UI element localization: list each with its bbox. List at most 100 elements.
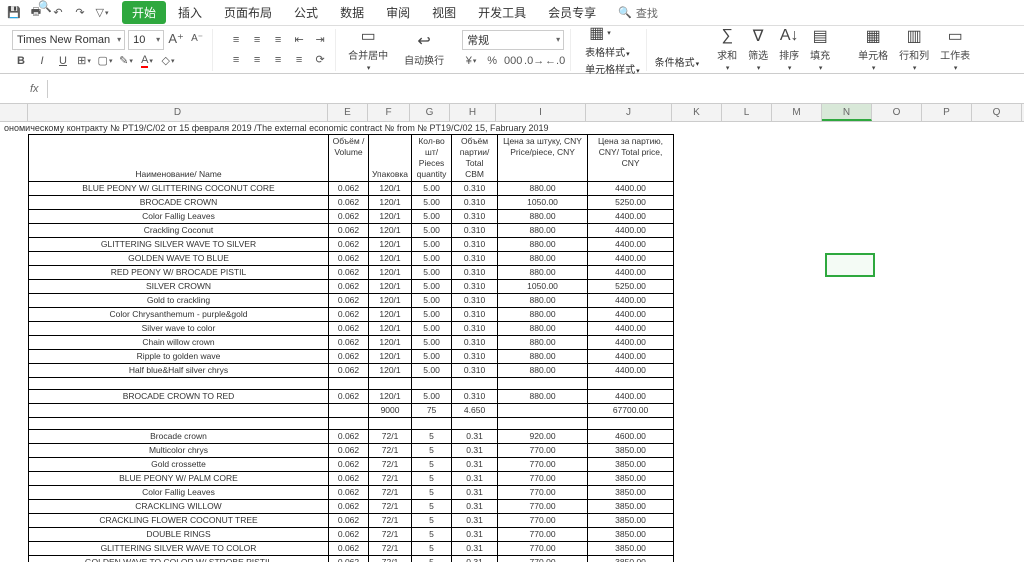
hdr-cbm[interactable]: Объём партии/ Total CBM (452, 135, 498, 182)
table-row[interactable]: Half blue&Half silver chrys0.062120/15.0… (29, 364, 674, 378)
redo-icon[interactable]: ↷ (70, 3, 90, 23)
col-J[interactable]: J (586, 104, 672, 121)
tab-data[interactable]: 数据 (330, 1, 374, 24)
clear-format-icon[interactable]: ◇ (159, 52, 177, 70)
align-left-icon[interactable]: ≡ (227, 51, 245, 69)
cells-button[interactable]: ▦单元格 (854, 27, 892, 72)
cond-format-button[interactable]: ▦ (585, 24, 640, 42)
table-row[interactable]: Crackling Coconut0.062120/15.000.310880.… (29, 224, 674, 238)
col-M[interactable]: M (772, 104, 822, 121)
table-row[interactable]: Gold to crackling0.062120/15.000.310880.… (29, 294, 674, 308)
hdr-vol[interactable]: Объём / Volume (329, 135, 369, 182)
align-middle-icon[interactable]: ≡ (248, 31, 266, 49)
table-row[interactable]: BROCADE CROWN0.062120/15.000.3101050.005… (29, 196, 674, 210)
hdr-pack[interactable]: Упаковка (369, 135, 412, 182)
tab-start[interactable]: 开始 (122, 1, 166, 24)
table-row[interactable]: Ripple to golden wave0.062120/15.000.310… (29, 350, 674, 364)
rowcol-button[interactable]: ▥行和列 (895, 27, 933, 72)
sort-button[interactable]: A↓排序 (775, 27, 803, 72)
col-O[interactable]: O (872, 104, 922, 121)
border-icon[interactable]: ⊞ (75, 52, 93, 70)
tab-member[interactable]: 会员专享 (538, 1, 606, 24)
table-row[interactable]: BLUE PEONY W/ GLITTERING COCONUT CORE0.0… (29, 182, 674, 196)
col-E[interactable]: E (328, 104, 368, 121)
customize-icon[interactable]: ▽ (92, 3, 112, 23)
indent-dec-icon[interactable]: ⇤ (290, 31, 308, 49)
font-color-icon[interactable]: A (138, 52, 156, 70)
orientation-icon[interactable]: ⟳ (311, 51, 329, 69)
table-row[interactable]: CRACKLING FLOWER COCONUT TREE0.06272/150… (29, 514, 674, 528)
table-style-button[interactable]: 表格样式 (585, 44, 640, 59)
bold-icon[interactable]: B (12, 52, 30, 70)
table-row[interactable]: Color Chrysanthemum - purple&gold0.06212… (29, 308, 674, 322)
hdr-price[interactable]: Цена за штуку, CNY Price/piece, CNY (498, 135, 588, 182)
tab-layout[interactable]: 页面布局 (214, 1, 282, 24)
italic-icon[interactable]: I (33, 52, 51, 70)
align-top-icon[interactable]: ≡ (227, 31, 245, 49)
worksheet-button[interactable]: ▭工作表 (936, 27, 974, 72)
number-format-select[interactable]: 常规 (462, 30, 564, 50)
font-shrink-icon[interactable]: A⁻ (188, 30, 206, 48)
col-K[interactable]: K (672, 104, 722, 121)
table-row[interactable]: Color Fallig Leaves0.06272/150.31770.003… (29, 486, 674, 500)
table-row[interactable]: DOUBLE RINGS0.06272/150.31770.003850.00 (29, 528, 674, 542)
hdr-total[interactable]: Цена за партию, CNY/ Total price, CNY (588, 135, 674, 182)
wrap-button[interactable]: ↩自动换行 (400, 32, 448, 67)
formula-input[interactable] (47, 80, 994, 98)
table-row[interactable]: CRACKLING WILLOW0.06272/150.31770.003850… (29, 500, 674, 514)
cell-style-button[interactable]: 单元格样式 (585, 61, 640, 76)
tab-view[interactable]: 视图 (422, 1, 466, 24)
cond-format-label[interactable]: 条件格式 (655, 54, 700, 69)
sum-button[interactable]: ∑求和 (713, 27, 741, 72)
table-row[interactable]: Brocade crown0.06272/150.31920.004600.00 (29, 430, 674, 444)
hdr-name[interactable]: Наименование/ Name (29, 135, 329, 182)
table-row[interactable]: GOLDEN WAVE TO BLUE0.062120/15.000.31088… (29, 252, 674, 266)
percent-icon[interactable]: % (483, 52, 501, 70)
tab-insert[interactable]: 插入 (168, 1, 212, 24)
col-D[interactable]: D (28, 104, 328, 121)
dec-dec-icon[interactable]: ←.0 (546, 52, 564, 70)
highlight-icon[interactable]: ✎ (117, 52, 135, 70)
table-row[interactable]: RED PEONY W/ BROCADE PISTIL0.062120/15.0… (29, 266, 674, 280)
table-row[interactable]: GOLDEN WAVE TO COLOR W/ STROBE PISTIL0.0… (29, 556, 674, 562)
col-F[interactable]: F (368, 104, 410, 121)
zoom-icon[interactable]: 🔍 (38, 0, 52, 13)
table-row[interactable]: GLITTERING SILVER WAVE TO SILVER0.062120… (29, 238, 674, 252)
table-row[interactable]: Silver wave to color0.062120/15.000.3108… (29, 322, 674, 336)
font-grow-icon[interactable]: A⁺ (167, 30, 185, 48)
col-Q[interactable]: Q (972, 104, 1022, 121)
col-G[interactable]: G (410, 104, 450, 121)
align-right-icon[interactable]: ≡ (269, 51, 287, 69)
table-row[interactable]: Chain willow crown0.062120/15.000.310880… (29, 336, 674, 350)
table-row[interactable]: Color Fallig Leaves0.062120/15.000.31088… (29, 210, 674, 224)
align-center-icon[interactable]: ≡ (248, 51, 266, 69)
font-family-select[interactable]: Times New Roman (12, 30, 125, 50)
tab-dev[interactable]: 开发工具 (468, 1, 536, 24)
dec-inc-icon[interactable]: .0→ (525, 52, 543, 70)
save-icon[interactable]: 💾 (4, 3, 24, 23)
tab-formula[interactable]: 公式 (284, 1, 328, 24)
table-row[interactable]: BLUE PEONY W/ PALM CORE0.06272/150.31770… (29, 472, 674, 486)
table-row[interactable]: Multicolor chrys0.06272/150.31770.003850… (29, 444, 674, 458)
filter-button[interactable]: ∇筛选 (744, 27, 772, 72)
search-box[interactable]: 🔍查找 (618, 5, 658, 21)
underline-icon[interactable]: U (54, 52, 72, 70)
col-N[interactable]: N (822, 104, 872, 121)
hdr-qty[interactable]: Кол-во шт/ Pieces quantity (412, 135, 452, 182)
font-size-select[interactable]: 10 (128, 30, 164, 50)
fill-button[interactable]: ▤填充 (806, 27, 834, 72)
col-I[interactable]: I (496, 104, 586, 121)
col-L[interactable]: L (722, 104, 772, 121)
fill-color-icon[interactable]: ▢ (96, 52, 114, 70)
table-row[interactable]: Gold crossette0.06272/150.31770.003850.0… (29, 458, 674, 472)
align-bottom-icon[interactable]: ≡ (269, 31, 287, 49)
col-P[interactable]: P (922, 104, 972, 121)
table-row[interactable]: SILVER CROWN0.062120/15.000.3101050.0052… (29, 280, 674, 294)
tab-review[interactable]: 审阅 (376, 1, 420, 24)
indent-inc-icon[interactable]: ⇥ (311, 31, 329, 49)
align-justify-icon[interactable]: ≡ (290, 51, 308, 69)
fx-icon[interactable]: fx (30, 83, 39, 95)
currency-icon[interactable]: ¥ (462, 52, 480, 70)
sheet-area[interactable]: ономическому контракту № PT19/C/02 от 15… (0, 122, 1024, 562)
merge-button[interactable]: ▭合并居中 (344, 27, 392, 72)
